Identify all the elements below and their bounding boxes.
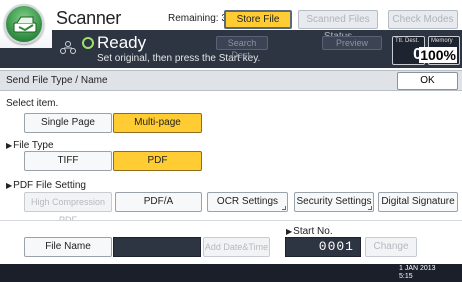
scanner-app-icon — [4, 4, 44, 44]
file-name-field — [113, 237, 201, 257]
clock: 1 JAN 2013 5:15 — [399, 265, 436, 281]
ready-status-icon — [82, 37, 94, 49]
preview-button[interactable]: Preview — [322, 36, 382, 50]
change-button[interactable]: Change — [365, 237, 417, 257]
scanned-files-status-button[interactable]: Scanned Files Status — [298, 10, 378, 42]
check-modes-button[interactable]: Check Modes — [388, 10, 458, 29]
file-type-label-text: File Type — [13, 140, 54, 151]
system-status-bar — [0, 264, 462, 282]
search-dest-button[interactable]: Search Dest. — [216, 36, 268, 60]
add-date-time-button[interactable]: Add Date&Time — [203, 237, 270, 257]
page-title: Send File Type / Name — [6, 75, 108, 86]
app-title: Scanner — [56, 8, 121, 28]
digital-signature-button[interactable]: Digital Signature — [378, 192, 458, 212]
ocr-settings-label: OCR Settings — [216, 196, 279, 207]
clock-date: 1 JAN 2013 — [399, 265, 436, 272]
pdf-file-setting-label: ▶PDF File Setting — [6, 180, 86, 191]
multi-page-button[interactable]: Multi-page — [113, 113, 202, 133]
file-type-label: ▶File Type — [6, 140, 54, 151]
section-arrow-icon: ▶ — [6, 181, 13, 190]
pdfa-button[interactable]: PDF/A — [115, 192, 202, 212]
high-compression-pdf-button[interactable]: High Compression PDF — [24, 192, 112, 225]
ready-status: Ready — [97, 33, 147, 52]
header-row: Send File Type / Name — [0, 70, 462, 91]
security-settings-button[interactable]: Security Settings — [294, 192, 374, 212]
memory-counter: Memory 100% — [419, 36, 460, 65]
start-no-label: ▶Start No. — [286, 226, 333, 237]
pdf-button[interactable]: PDF — [113, 151, 202, 171]
clock-time: 5:15 — [399, 273, 413, 280]
users-icon — [60, 41, 76, 54]
submenu-corner-icon — [282, 206, 286, 210]
file-name-button[interactable]: File Name — [24, 237, 112, 257]
start-no-label-text: Start No. — [293, 226, 333, 237]
start-no-field: 0001 — [285, 237, 361, 257]
memory-label: Memory — [431, 38, 453, 44]
total-destinations-label: Ttl. Dest. — [395, 38, 420, 44]
section-arrow-icon: ▶ — [286, 227, 293, 236]
security-settings-label: Security Settings — [296, 196, 372, 207]
pdf-file-setting-label-text: PDF File Setting — [13, 180, 86, 191]
ocr-settings-button[interactable]: OCR Settings — [207, 192, 288, 212]
memory-value: 100% — [419, 47, 457, 63]
submenu-corner-icon — [368, 206, 372, 210]
ok-button[interactable]: OK — [397, 72, 458, 90]
section-arrow-icon: ▶ — [6, 141, 13, 150]
single-page-button[interactable]: Single Page — [24, 113, 112, 133]
store-file-button[interactable]: Store File — [224, 10, 292, 29]
select-item-label: Select item. — [6, 98, 59, 109]
tiff-button[interactable]: TIFF — [24, 151, 112, 171]
